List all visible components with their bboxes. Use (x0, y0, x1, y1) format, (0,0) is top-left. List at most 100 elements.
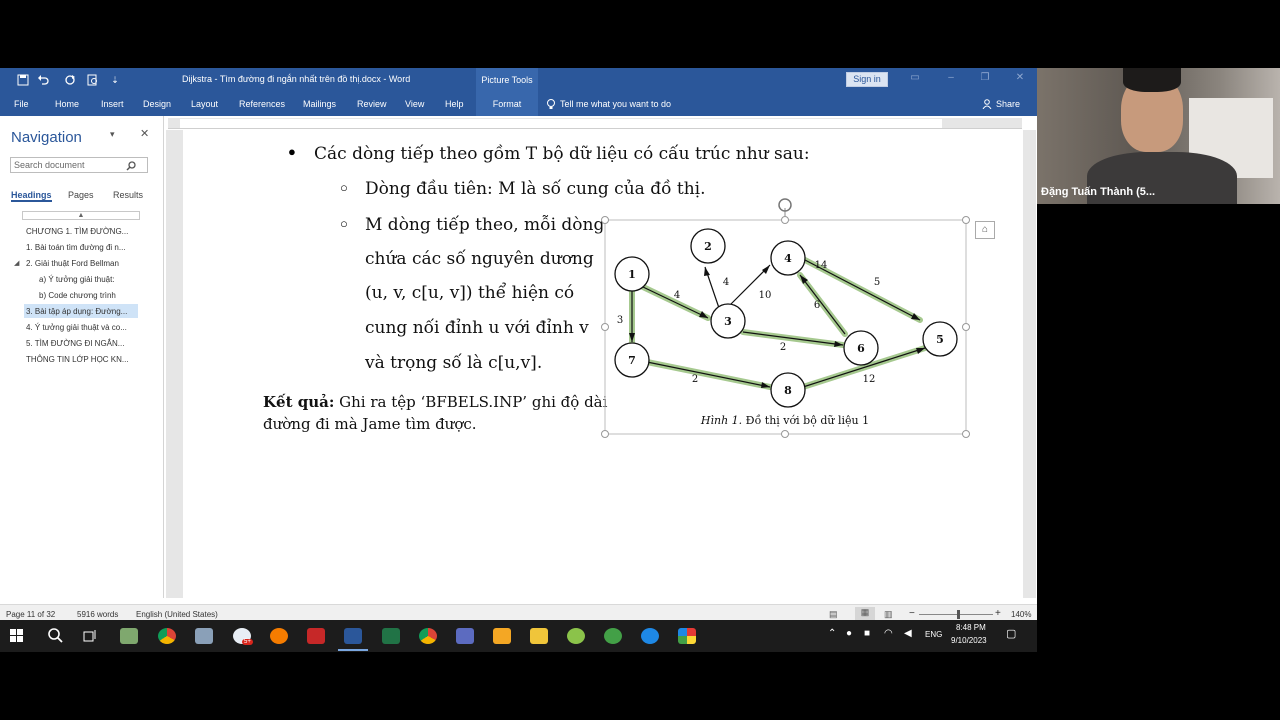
navigation-title: Navigation (11, 129, 82, 146)
microphone-icon[interactable]: ● (846, 628, 852, 639)
para-line[interactable]: M dòng tiếp theo, mỗi dòng (365, 215, 604, 235)
input-language[interactable]: ENG (925, 630, 942, 639)
nav-tab-results[interactable]: Results (113, 190, 143, 200)
edge-weight: 3 (617, 315, 623, 326)
file-explorer-icon[interactable] (530, 628, 548, 644)
nav-tab-pages[interactable]: Pages (68, 190, 94, 200)
task-view-icon[interactable] (83, 629, 97, 648)
minimize-icon[interactable]: – (944, 72, 958, 86)
nav-heading-item[interactable]: b) Code chương trình (39, 291, 116, 300)
camera-tray-icon[interactable]: ■ (864, 628, 870, 639)
notifications-icon[interactable]: ▢ (1006, 627, 1016, 640)
app-icon-green[interactable] (567, 628, 585, 644)
nav-heading-item[interactable]: 2. Giải thuật Ford Bellman (26, 259, 119, 268)
word-count[interactable]: 5916 words (77, 610, 118, 619)
customize-qat-icon[interactable]: ⇣ (106, 72, 124, 88)
chrome-icon[interactable] (158, 628, 176, 644)
node-label: 3 (724, 315, 732, 328)
close-pane-icon[interactable]: ✕ (140, 127, 149, 140)
collapse-all-icon[interactable]: ▲ (22, 211, 140, 220)
chrome-profile-icon[interactable] (419, 628, 437, 644)
tray-chevron-icon[interactable]: ⌃ (828, 628, 836, 639)
close-window-icon[interactable]: ✕ (1013, 72, 1027, 86)
tab-home[interactable]: Home (55, 99, 79, 109)
pane-options-chevron-icon[interactable]: ▾ (110, 129, 115, 140)
tab-design[interactable]: Design (143, 99, 171, 109)
windows-start-icon[interactable] (10, 629, 24, 648)
edge-weight: 12 (863, 374, 876, 385)
nav-heading-item-active[interactable]: 3. Bài tập áp dụng: Đường... (24, 304, 138, 318)
horizontal-ruler[interactable] (168, 118, 1022, 129)
wifi-icon[interactable]: ◠ (884, 628, 893, 639)
tab-help[interactable]: Help (445, 99, 464, 109)
tab-review[interactable]: Review (357, 99, 387, 109)
bullet-line-1[interactable]: Các dòng tiếp theo gồm T bộ dữ liệu có c… (314, 144, 810, 164)
notes-app-icon[interactable] (456, 628, 474, 644)
clock-date[interactable]: 9/10/2023 (951, 636, 987, 645)
undo-icon[interactable] (34, 72, 52, 88)
excel-icon[interactable] (382, 628, 400, 644)
nav-heading-item[interactable]: 4. Ý tưởng giải thuật và co... (26, 323, 127, 332)
vertical-ruler[interactable] (166, 130, 178, 598)
para-line[interactable]: cung nối đỉnh u với đỉnh v (365, 318, 589, 338)
tab-references[interactable]: References (239, 99, 285, 109)
3d-app-icon[interactable] (307, 628, 325, 644)
page-counter[interactable]: Page 11 of 32 (6, 610, 55, 619)
app-icon-leaf[interactable] (604, 628, 622, 644)
nav-heading-item[interactable]: CHƯƠNG 1. TÌM ĐƯỜNG... (26, 227, 128, 236)
print-layout-icon[interactable]: ▦ (855, 607, 875, 621)
node-label: 7 (628, 354, 636, 367)
para-line[interactable]: chứa các số nguyên dương (365, 249, 594, 269)
para-line[interactable]: và trọng số là c[u,v]. (365, 353, 542, 373)
nav-tab-headings[interactable]: Headings (11, 190, 52, 202)
sign-in-button[interactable]: Sign in (846, 72, 888, 87)
word-icon[interactable] (344, 628, 362, 644)
tab-layout[interactable]: Layout (191, 99, 218, 109)
search-icon[interactable] (47, 627, 63, 648)
zoom-level[interactable]: 140% (1011, 610, 1031, 619)
app-icon-grid[interactable] (678, 628, 696, 644)
share-button[interactable]: Share (996, 99, 1020, 109)
tell-me-search[interactable]: Tell me what you want to do (560, 99, 671, 109)
restore-icon[interactable]: ❐ (978, 72, 992, 86)
tab-mailings[interactable]: Mailings (303, 99, 336, 109)
nav-heading-item[interactable]: 5. TÌM ĐƯỜNG ĐI NGẮN... (26, 339, 124, 348)
ket-qua-line-2[interactable]: đường đi mà Jame tìm được. (263, 415, 477, 433)
expand-triangle-icon[interactable]: ◢ (14, 259, 19, 267)
volume-icon[interactable]: ◀ (904, 628, 912, 639)
ket-qua-label: Kết quả: (263, 393, 335, 411)
zoom-slider[interactable] (919, 614, 993, 615)
para-line[interactable]: (u, v, c[u, v]) thể hiện có (365, 283, 574, 303)
ket-qua-line-1[interactable]: Kết quả: Ghi ra tệp ‘BFBELS.INP’ ghi độ … (263, 393, 607, 411)
camera-app-icon[interactable] (195, 628, 213, 644)
participant-name: Đặng Tuấn Thành (5... (1041, 186, 1156, 198)
save-icon[interactable] (14, 72, 32, 88)
zoom-out-icon[interactable]: − (909, 608, 915, 619)
search-icon[interactable] (126, 158, 136, 176)
zoom-in-icon[interactable]: + (995, 608, 1001, 619)
nav-heading-item[interactable]: a) Ý tưởng giải thuật: (39, 275, 115, 284)
graph-figure[interactable]: 1 2 3 4 5 6 7 8 4 3 4 10 5 6 2 2 12 14 H… (595, 190, 975, 452)
tab-insert[interactable]: Insert (101, 99, 124, 109)
redo-icon[interactable] (61, 72, 79, 88)
print-preview-icon[interactable] (84, 72, 102, 88)
language-indicator[interactable]: English (United States) (136, 610, 218, 619)
ribbon-display-icon[interactable]: ▭ (908, 72, 922, 86)
clock-time[interactable]: 8:48 PM (956, 623, 986, 632)
node-label: 1 (628, 268, 636, 281)
nav-heading-item[interactable]: THÔNG TIN LỚP HỌC KN... (26, 355, 129, 364)
title-bar: ⇣ Dijkstra - Tìm đường đi ngắn nhất trên… (0, 68, 1037, 92)
word-window: ⇣ Dijkstra - Tìm đường đi ngắn nhất trên… (0, 68, 1037, 652)
zoom-slider-thumb[interactable] (957, 610, 960, 619)
search-app-icon[interactable] (270, 628, 288, 644)
tab-view[interactable]: View (405, 99, 424, 109)
zalo-icon[interactable] (641, 628, 659, 644)
paint-app-icon[interactable] (120, 628, 138, 644)
read-mode-icon[interactable]: ▤ (829, 609, 838, 620)
tab-file[interactable]: File (14, 99, 29, 109)
web-layout-icon[interactable]: ▥ (884, 609, 893, 620)
tab-format[interactable]: Format (476, 92, 538, 116)
nav-heading-item[interactable]: 1. Bài toán tìm đường đi n... (26, 243, 126, 252)
editor-app-icon[interactable] (493, 628, 511, 644)
layout-options-icon[interactable]: ⌂ (975, 221, 995, 239)
